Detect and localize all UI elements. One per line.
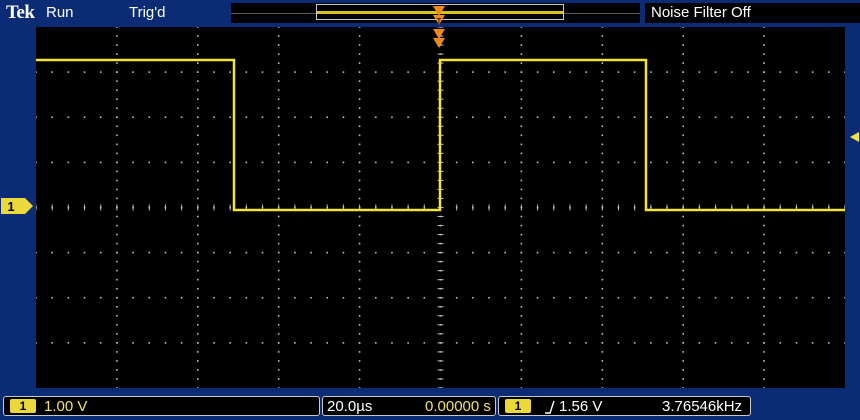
channel-1-badge: 1 bbox=[10, 399, 36, 413]
waveform-graticule[interactable] bbox=[36, 27, 845, 388]
horizontal-readout[interactable]: 20.0µs 0.00000 s bbox=[322, 396, 496, 416]
trigger-level-icon[interactable] bbox=[848, 131, 860, 143]
channel-1-ground-marker[interactable]: 1 bbox=[1, 197, 34, 215]
noise-filter-status: Noise Filter Off bbox=[651, 4, 751, 21]
noise-filter-box[interactable]: Noise Filter Off bbox=[645, 3, 860, 23]
status-bar: Tek Run Trig'd Noise Filter Off bbox=[0, 0, 860, 26]
trigger-state: Trig'd bbox=[129, 4, 166, 21]
oscilloscope-display: Tek Run Trig'd Noise Filter Off T 1 1 1.… bbox=[0, 0, 860, 420]
horizontal-position: 0.00000 s bbox=[425, 398, 491, 415]
trigger-level: 1.56 V bbox=[559, 398, 603, 415]
signal-frequency: 3.76546kHz bbox=[662, 398, 743, 415]
readout-bar: 1 1.00 V 20.0µs 0.00000 s 1 1.56 V 3.765… bbox=[0, 390, 860, 420]
vertical-scale: 1.00 V bbox=[44, 398, 88, 415]
waveform-trace bbox=[36, 58, 845, 212]
trigger-readout[interactable]: 1 1.56 V 3.76546kHz bbox=[498, 396, 751, 416]
trigger-source-badge: 1 bbox=[505, 399, 531, 413]
svg-text:T: T bbox=[437, 17, 442, 26]
acquisition-state[interactable]: Run bbox=[46, 4, 74, 21]
rising-edge-icon bbox=[545, 400, 555, 414]
time-per-division: 20.0µs bbox=[327, 398, 373, 415]
channel-1-waveform bbox=[36, 58, 845, 212]
channel-marker-label: 1 bbox=[7, 199, 14, 214]
trigger-point-icon bbox=[433, 29, 445, 48]
tek-logo: Tek bbox=[6, 2, 35, 23]
trigger-position-icon[interactable]: T bbox=[432, 4, 446, 28]
channel-1-readout[interactable]: 1 1.00 V bbox=[3, 396, 320, 416]
